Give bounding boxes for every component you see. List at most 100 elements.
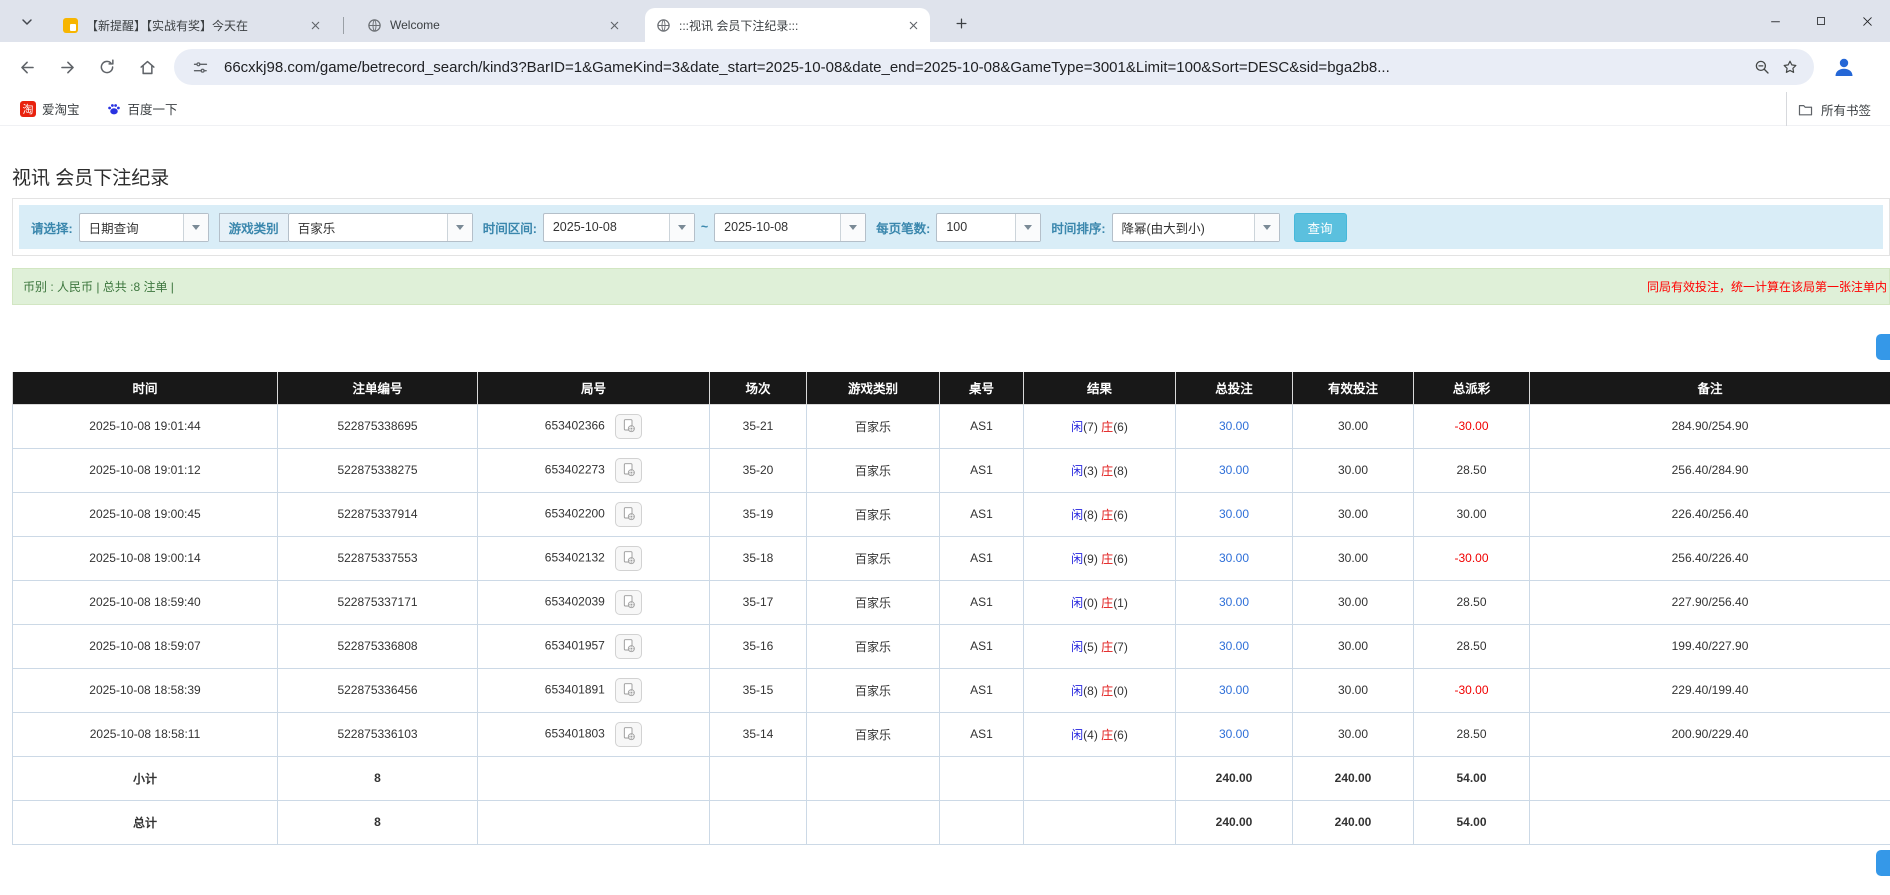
window-maximize-button[interactable] <box>1798 0 1844 42</box>
time-cell: 2025-10-08 19:00:14 <box>13 536 278 580</box>
summary-note-red: 同局有效投注，统一计算在该局第一张注单内 <box>1647 278 1887 295</box>
bet-records-table: 时间 注单编号 局号 场次 游戏类别 桌号 结果 总投注 有效投注 总派彩 备注… <box>12 372 1890 845</box>
total-bet-cell: 30.00 <box>1176 712 1293 756</box>
query-type-select[interactable]: 日期查询 <box>79 213 209 242</box>
total-bet-link[interactable]: 30.00 <box>1219 507 1249 521</box>
reload-button[interactable] <box>90 50 124 84</box>
time-cell: 2025-10-08 18:58:39 <box>13 668 278 712</box>
browser-toolbar: 66cxkj98.com/game/betrecord_search/kind3… <box>0 42 1890 92</box>
time-cell: 2025-10-08 19:01:12 <box>13 448 278 492</box>
total-bet-cell: 30.00 <box>1176 624 1293 668</box>
total-bet-link[interactable]: 30.00 <box>1219 595 1249 609</box>
dropdown-caret-icon <box>1254 214 1279 241</box>
query-type-value: 日期查询 <box>80 218 183 237</box>
total-bet-link[interactable]: 30.00 <box>1219 463 1249 477</box>
result-cell: 闲(7) 庄(6) <box>1024 404 1176 448</box>
edge-floating-button-bottom[interactable] <box>1876 850 1890 876</box>
globe-icon <box>655 17 671 33</box>
result-banker: 庄 <box>1101 728 1113 742</box>
forward-button[interactable] <box>50 50 84 84</box>
total-bet-link[interactable]: 30.00 <box>1219 551 1249 565</box>
per-page-label: 每页笔数: <box>876 218 930 237</box>
game-type-cell: 百家乐 <box>807 624 940 668</box>
col-header-remark: 备注 <box>1530 372 1890 404</box>
edge-floating-button-top[interactable] <box>1876 334 1890 360</box>
profile-avatar[interactable] <box>1828 51 1860 83</box>
result-cell: 闲(4) 庄(6) <box>1024 712 1176 756</box>
col-header-valid-bet: 有效投注 <box>1293 372 1414 404</box>
result-player: 闲 <box>1071 464 1083 478</box>
table-row: 2025-10-08 19:00:45 522875337914 6534022… <box>13 492 1890 536</box>
video-record-button[interactable] <box>615 722 642 747</box>
browser-tab-3-active[interactable]: :::视讯 会员下注纪录::: <box>645 8 930 42</box>
video-record-button[interactable] <box>615 458 642 483</box>
date-end-select[interactable]: 2025-10-08 <box>714 213 866 242</box>
date-start-select[interactable]: 2025-10-08 <box>543 213 695 242</box>
address-bar[interactable]: 66cxkj98.com/game/betrecord_search/kind3… <box>174 49 1814 85</box>
bookmark-taobao[interactable]: 淘 爱淘宝 <box>14 96 86 121</box>
per-page-select[interactable]: 100 <box>936 213 1041 242</box>
total-bet-link[interactable]: 30.00 <box>1219 683 1249 697</box>
total-bet-link[interactable]: 30.00 <box>1219 639 1249 653</box>
window-minimize-button[interactable] <box>1752 0 1798 42</box>
bookmark-baidu[interactable]: 百度一下 <box>100 96 184 121</box>
bookmark-label: 百度一下 <box>128 99 178 118</box>
payout-cell: 28.50 <box>1414 712 1530 756</box>
col-header-table-no: 桌号 <box>940 372 1024 404</box>
total-bet-link[interactable]: 30.00 <box>1219 419 1249 433</box>
back-button[interactable] <box>10 50 44 84</box>
video-record-button[interactable] <box>615 590 642 615</box>
session-cell: 35-21 <box>710 404 807 448</box>
remark-cell: 199.40/227.90 <box>1530 624 1890 668</box>
game-type-cell: 百家乐 <box>807 580 940 624</box>
remark-cell: 227.90/256.40 <box>1530 580 1890 624</box>
search-button[interactable]: 查询 <box>1294 213 1347 242</box>
table-row: 2025-10-08 19:00:14 522875337553 6534021… <box>13 536 1890 580</box>
table-no-cell: AS1 <box>940 448 1024 492</box>
tab-divider <box>343 17 344 34</box>
col-header-result: 结果 <box>1024 372 1176 404</box>
date-range-label: 时间区间: <box>483 218 537 237</box>
home-button[interactable] <box>130 50 164 84</box>
video-record-icon <box>621 506 637 522</box>
bet-id-cell: 522875336808 <box>278 624 478 668</box>
all-bookmarks-button[interactable]: 所有书签 <box>1786 92 1890 126</box>
video-record-button[interactable] <box>615 414 642 439</box>
result-banker: 庄 <box>1101 464 1113 478</box>
new-tab-button[interactable] <box>949 11 973 35</box>
result-banker: 庄 <box>1101 420 1113 434</box>
table-no-cell: AS1 <box>940 668 1024 712</box>
video-record-icon <box>621 462 637 478</box>
window-close-button[interactable] <box>1844 0 1890 42</box>
round-id-cell: 653402273 <box>478 448 710 492</box>
tab-search-button[interactable] <box>14 9 40 35</box>
tab-close-icon[interactable] <box>904 16 922 34</box>
remark-cell: 229.40/199.40 <box>1530 668 1890 712</box>
bet-id-cell: 522875337914 <box>278 492 478 536</box>
round-id-text: 653402200 <box>545 506 605 520</box>
tab-close-icon[interactable] <box>306 16 324 34</box>
video-record-button[interactable] <box>615 502 642 527</box>
total-total-bet: 240.00 <box>1176 800 1293 844</box>
total-bet-link[interactable]: 30.00 <box>1219 727 1249 741</box>
tab-close-icon[interactable] <box>605 16 623 34</box>
browser-tab-2[interactable]: Welcome <box>356 8 631 42</box>
video-record-button[interactable] <box>615 678 642 703</box>
round-id-text: 653402039 <box>545 594 605 608</box>
payout-cell: -30.00 <box>1414 404 1530 448</box>
game-type-select[interactable]: 百家乐 <box>288 213 473 242</box>
site-settings-icon[interactable] <box>186 53 214 81</box>
bookmarks-bar: 淘 爱淘宝 百度一下 所有书签 <box>0 92 1890 126</box>
time-cell: 2025-10-08 18:58:11 <box>13 712 278 756</box>
payout-cell: 30.00 <box>1414 492 1530 536</box>
col-header-round-id: 局号 <box>478 372 710 404</box>
browser-tab-1[interactable]: 【新提醒】【实战有奖】今天在 <box>52 8 332 42</box>
result-player: 闲 <box>1071 508 1083 522</box>
sort-select[interactable]: 降幂(由大到小) <box>1112 213 1280 242</box>
video-record-button[interactable] <box>615 634 642 659</box>
bookmark-star-icon[interactable] <box>1776 53 1804 81</box>
session-cell: 35-16 <box>710 624 807 668</box>
video-record-button[interactable] <box>615 546 642 571</box>
video-record-icon <box>621 418 637 434</box>
zoom-out-icon[interactable] <box>1748 53 1776 81</box>
